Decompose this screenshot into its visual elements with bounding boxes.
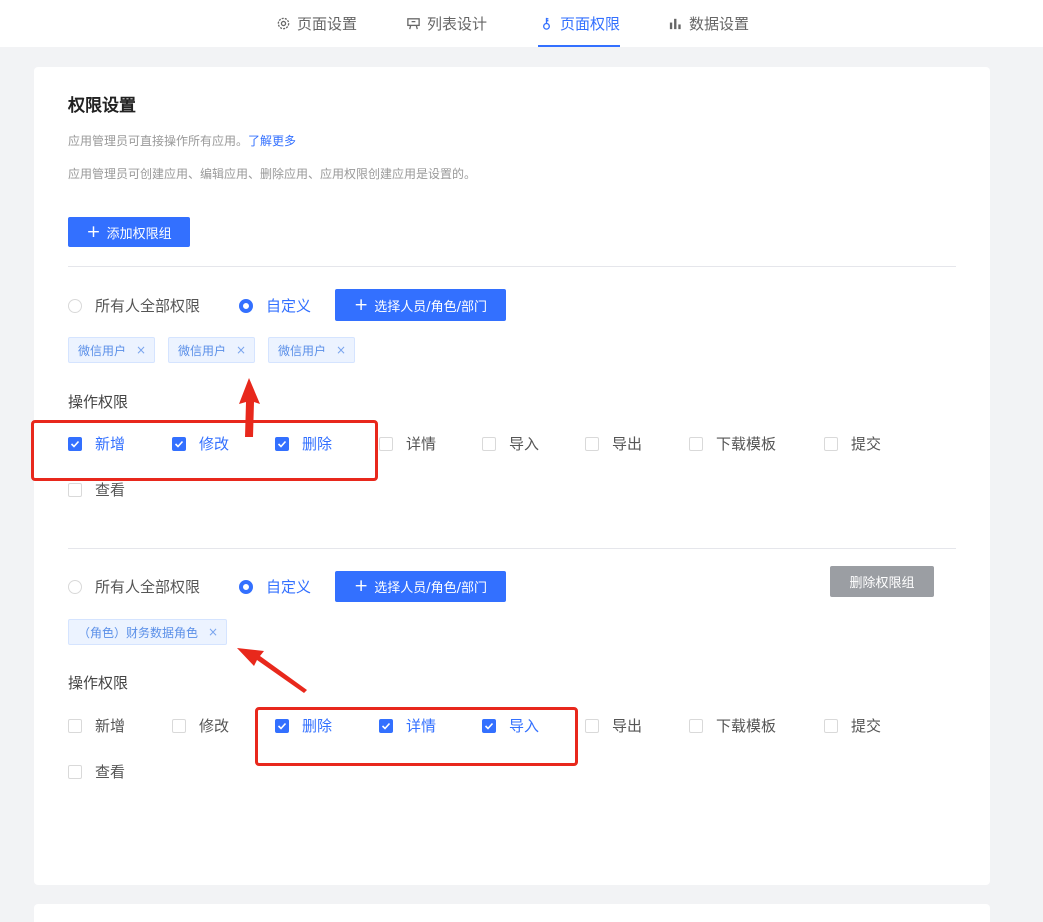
- annotation-arrows: [237, 378, 307, 693]
- annotation-arrow: [239, 378, 260, 437]
- annotation-arrow: [237, 648, 307, 693]
